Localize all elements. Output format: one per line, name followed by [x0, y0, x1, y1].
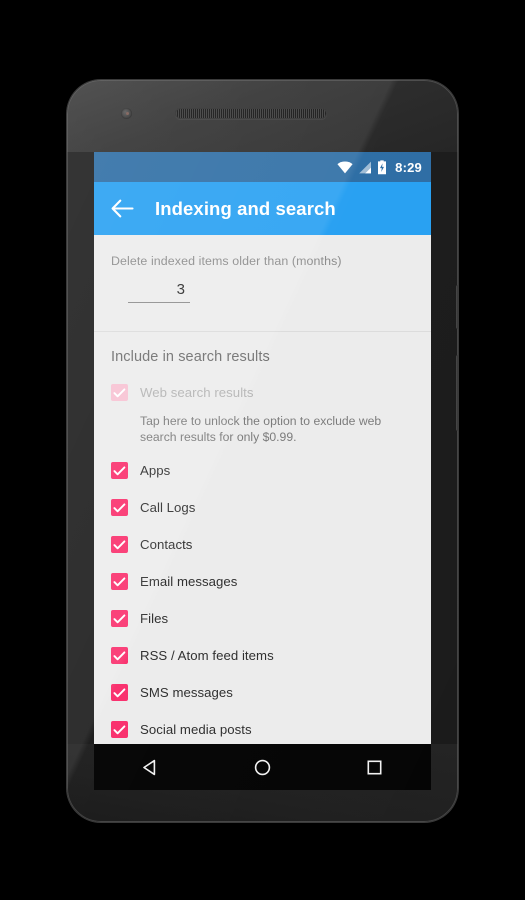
- status-bar: 8:29: [94, 152, 431, 182]
- include-section-header: Include in search results: [111, 349, 270, 365]
- checkbox-checked-icon[interactable]: [111, 647, 128, 664]
- checkbox-checked-icon[interactable]: [111, 573, 128, 590]
- checkbox-row-apps[interactable]: Apps: [94, 452, 431, 489]
- checkbox-checked-icon[interactable]: [111, 610, 128, 627]
- wifi-icon: [337, 161, 353, 174]
- phone-top-bezel: [67, 80, 458, 152]
- back-nav-button[interactable]: [124, 747, 176, 787]
- checkbox-label: Social media posts: [140, 722, 252, 737]
- page-title: Indexing and search: [155, 197, 336, 219]
- checkbox-row-email-messages[interactable]: Email messages: [94, 563, 431, 600]
- status-bar-clock: 8:29: [395, 159, 422, 175]
- settings-content: Delete indexed items older than (months)…: [94, 235, 431, 744]
- checkbox-row-social-media-posts[interactable]: Social media posts: [94, 711, 431, 744]
- checkbox-label: Apps: [140, 463, 171, 478]
- checkbox-checked-icon[interactable]: [111, 499, 128, 516]
- screenshot-stage: 8:29 Indexing and search Delete indexed …: [0, 0, 525, 900]
- checkbox-label: Contacts: [140, 537, 193, 552]
- checkbox-checked-icon[interactable]: [111, 462, 128, 479]
- checkbox-row-web-search-results[interactable]: Web search results: [94, 374, 431, 411]
- checkbox-row-contacts[interactable]: Contacts: [94, 526, 431, 563]
- cellular-signal-icon: [358, 161, 372, 174]
- phone-device: 8:29 Indexing and search Delete indexed …: [67, 80, 458, 822]
- checkbox-label: RSS / Atom feed items: [140, 648, 274, 663]
- retention-value: 3: [176, 281, 185, 298]
- checkbox-label: Web search results: [140, 385, 254, 400]
- recents-nav-button[interactable]: [349, 747, 401, 787]
- retention-underline: [128, 302, 190, 303]
- checkbox-label: Call Logs: [140, 500, 196, 515]
- checkbox-row-call-logs[interactable]: Call Logs: [94, 489, 431, 526]
- retention-label: Delete indexed items older than (months): [111, 254, 342, 268]
- volume-button[interactable]: [456, 355, 458, 431]
- checkbox-label: Files: [140, 611, 169, 626]
- front-camera-icon: [121, 108, 132, 119]
- app-bar: Indexing and search: [94, 182, 431, 235]
- home-nav-button[interactable]: [236, 747, 288, 787]
- checkbox-checked-icon[interactable]: [111, 536, 128, 553]
- power-button[interactable]: [456, 285, 458, 329]
- retention-input[interactable]: 3: [128, 270, 190, 303]
- checkbox-checked-icon[interactable]: [111, 684, 128, 701]
- checkbox-row-rss-atom-feed-items[interactable]: RSS / Atom feed items: [94, 637, 431, 674]
- back-arrow-icon[interactable]: [109, 196, 135, 222]
- phone-screen: 8:29 Indexing and search Delete indexed …: [94, 152, 431, 744]
- checkbox-checked-icon[interactable]: [111, 721, 128, 738]
- checkbox-label: Email messages: [140, 574, 238, 589]
- checkbox-label: SMS messages: [140, 685, 233, 700]
- battery-charging-icon: [377, 159, 387, 175]
- web-search-helper-text[interactable]: Tap here to unlock the option to exclude…: [94, 411, 431, 452]
- earpiece-grille-icon: [175, 108, 327, 119]
- checkbox-row-sms-messages[interactable]: SMS messages: [94, 674, 431, 711]
- android-navigation-bar: [94, 744, 431, 790]
- checkbox-checked-icon[interactable]: [111, 384, 128, 401]
- checkbox-row-files[interactable]: Files: [94, 600, 431, 637]
- retention-section: Delete indexed items older than (months)…: [94, 235, 431, 303]
